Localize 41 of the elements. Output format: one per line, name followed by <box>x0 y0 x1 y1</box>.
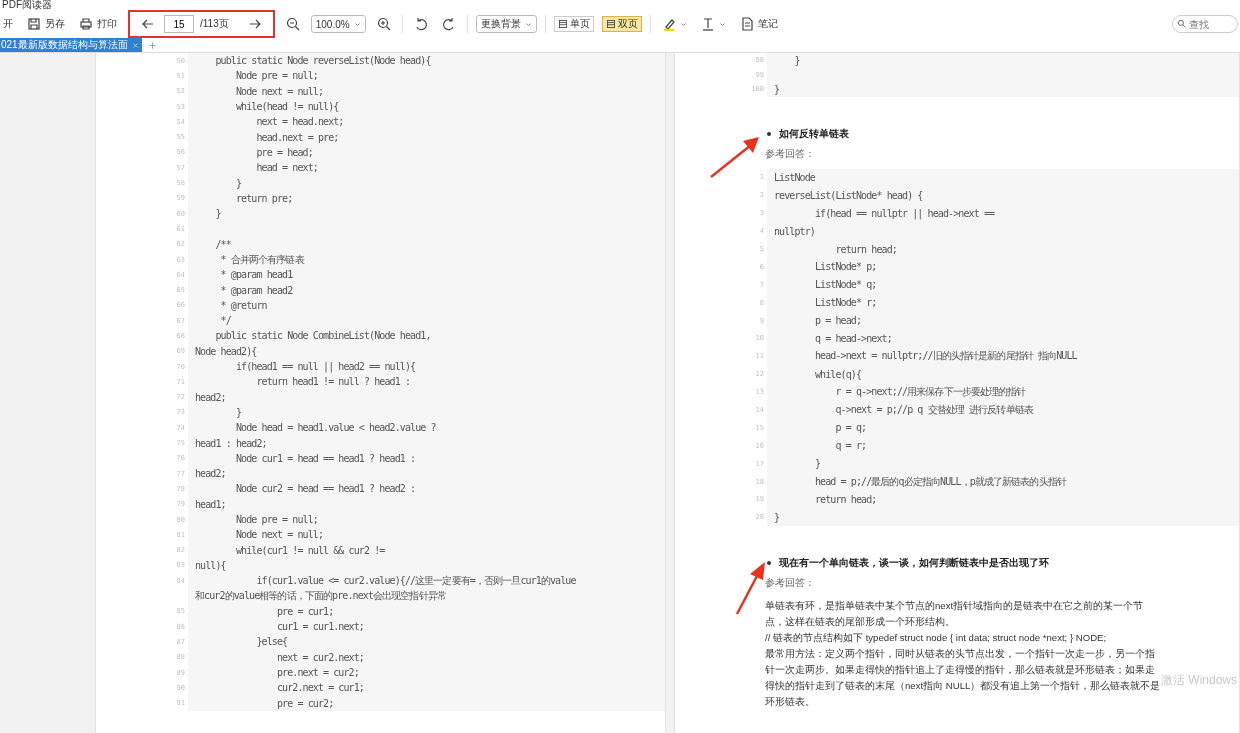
page-total: /113页 <box>200 17 229 31</box>
save-button[interactable]: 另存 <box>24 15 68 33</box>
note-button[interactable]: 笔记 <box>736 15 781 33</box>
search-field[interactable]: 查找 <box>1172 15 1238 33</box>
view-mode-button[interactable]: 单页 <box>553 16 594 32</box>
save-icon <box>27 17 41 31</box>
zoom-out-icon <box>285 17 300 31</box>
arrow-right-icon <box>247 17 262 31</box>
print-button[interactable]: 打印 <box>76 15 120 33</box>
window-title: PDF阅读器 <box>1 0 53 10</box>
highlighter-icon <box>661 17 676 31</box>
caret-icon <box>353 20 361 28</box>
text-icon <box>700 17 715 31</box>
note-icon <box>739 17 754 31</box>
page-icon <box>557 19 568 29</box>
zoom-in-icon <box>376 17 391 31</box>
answer-paragraph: 单链表有环，是指单链表中某个节点的next指针域指向的是链表中在它之前的某一个节点，这样在链表的尾部形成一个环形结构。 <box>765 599 1145 630</box>
bullet-icon <box>767 561 771 566</box>
arrow-left-icon <box>141 17 155 31</box>
zoom-select[interactable]: 100.0% <box>310 15 366 33</box>
answer-paragraph: // 链表的节点结构如下 typedef struct node { int data; struct node *next; } NODE; <box>765 631 1108 646</box>
open-button[interactable]: 开 <box>0 15 16 33</box>
document-tab[interactable]: 021最新版数据结构与算法面 <box>0 38 142 52</box>
section-heading: 如何反转单链表 <box>779 126 849 141</box>
page-icon <box>605 19 616 29</box>
redo-icon <box>441 17 456 31</box>
answer-label: 参考回答： <box>765 576 816 591</box>
add-tab-icon <box>147 40 157 50</box>
view-mode-button[interactable]: 双页 <box>601 16 642 32</box>
bullet-icon <box>767 131 771 136</box>
background-select[interactable]: 更换背景 <box>475 15 537 33</box>
caret-icon <box>679 20 687 28</box>
close-icon <box>131 41 139 49</box>
print-icon <box>79 17 93 31</box>
caret-icon <box>718 20 726 28</box>
caret-icon <box>524 20 532 28</box>
answer-paragraph: 最常用方法：定义两个指针，同时从链表的头节点出发，一个指针一次走一步，另一个指针一次走两步。如果走得快的指针追上了走得慢的指针，那么链表就是环形链表；如果走得快的指针走到了链表的末尾（next指向 NULL）都没有追上第一个指针，那么链表就不是环形链表。 <box>765 647 1161 710</box>
answer-label: 参考回答： <box>765 146 816 161</box>
section-heading: 现在有一个单向链表，谈一谈，如何判断链表中是否出现了环 <box>779 556 1049 571</box>
search-icon <box>1177 19 1186 28</box>
page-input[interactable]: 15 <box>164 15 194 33</box>
